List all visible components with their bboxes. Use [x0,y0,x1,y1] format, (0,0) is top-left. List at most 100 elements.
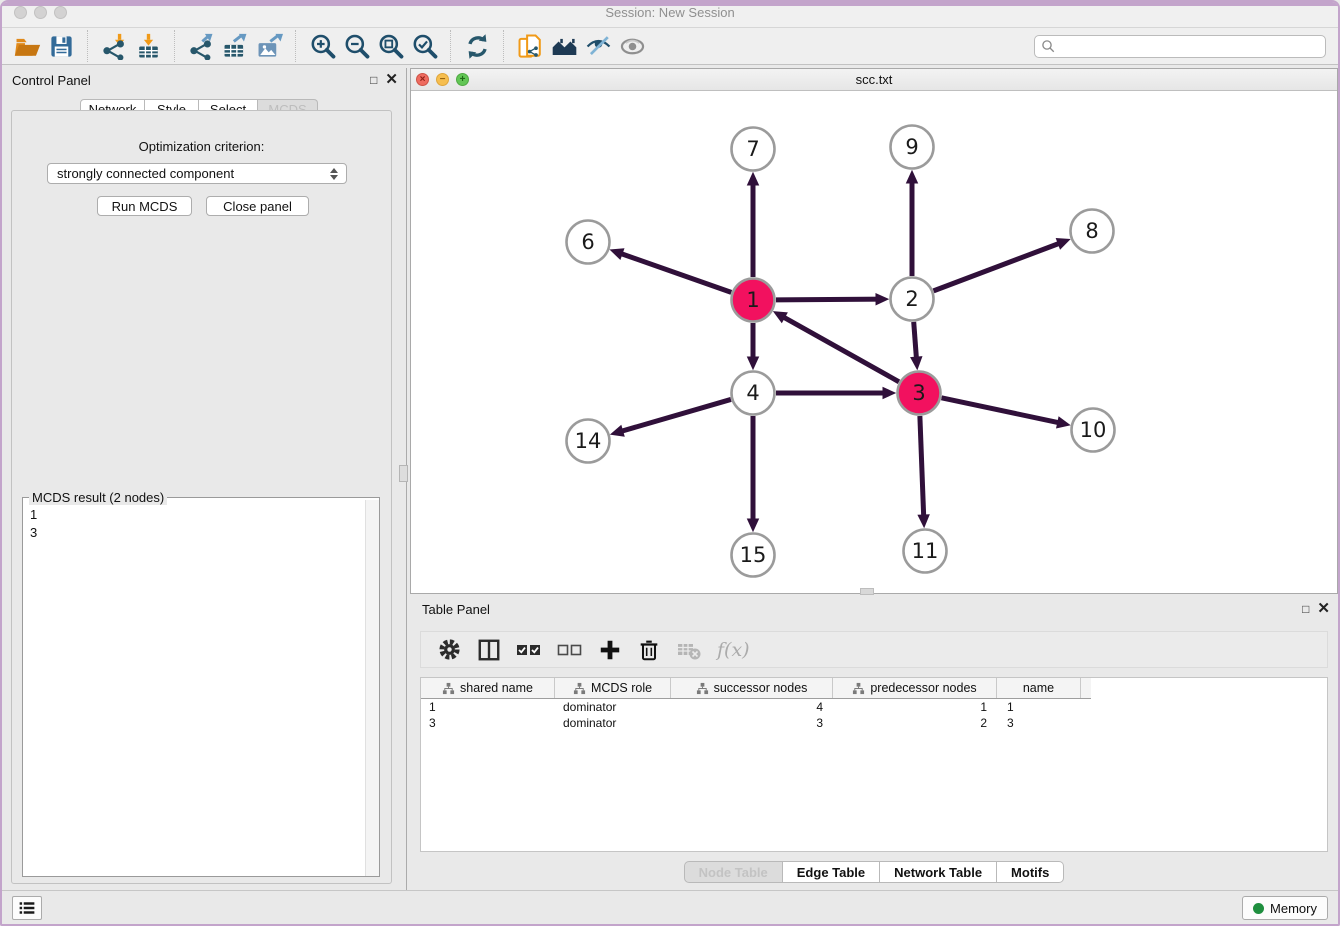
refresh-icon [464,33,491,60]
memory-label: Memory [1270,901,1317,916]
tree-icon [852,682,865,695]
deselect-all-button[interactable] [557,635,583,665]
svg-text:1: 1 [746,288,759,312]
toolbar-separator [295,30,296,62]
table-cell[interactable]: 3 [997,715,1081,731]
table-cell[interactable]: 4 [671,699,833,715]
create-column-button[interactable] [598,635,622,665]
column-header-predecessor-nodes[interactable]: predecessor nodes [833,678,997,698]
zoom-in-icon [309,33,336,60]
column-header-shared-name[interactable]: shared name [421,678,555,698]
export-network-button[interactable] [184,30,218,62]
import-network-button[interactable] [97,30,131,62]
status-bar: Memory [2,890,1338,924]
delete-table-button[interactable] [676,635,702,665]
column-header-mcds-role[interactable]: MCDS role [555,678,671,698]
tree-icon [442,682,455,695]
table-cell[interactable]: 3 [421,715,555,731]
save-icon [48,33,75,60]
save-session-button[interactable] [44,30,78,62]
node-7[interactable]: 7 [732,128,775,171]
node-1[interactable]: 1 [732,279,775,322]
show-columns-button[interactable] [477,635,501,665]
table-row[interactable]: 1dominator411 [421,699,1327,715]
run-mcds-button[interactable]: Run MCDS [97,196,192,216]
node-table: shared name MCDS role successor nodes pr… [420,677,1328,852]
tab-network-table[interactable]: Network Table [880,861,997,883]
node-9[interactable]: 9 [891,126,934,169]
zoom-in-button[interactable] [305,30,339,62]
edge-3-10[interactable] [941,398,1064,424]
zoom-out-button[interactable] [339,30,373,62]
export-image-button[interactable] [252,30,286,62]
node-14[interactable]: 14 [567,420,610,463]
node-6[interactable]: 6 [567,221,610,264]
apply-layout-button[interactable] [460,30,494,62]
criterion-value: strongly connected component [57,166,234,181]
table-cell[interactable]: 1 [421,699,555,715]
hide-graphics-details-button[interactable] [581,30,615,62]
cyndex-button[interactable] [513,30,547,62]
tab-edge-table[interactable]: Edge Table [783,861,880,883]
node-15[interactable]: 15 [732,534,775,577]
search-input[interactable] [1056,36,1325,57]
column-label: shared name [460,681,533,695]
tab-motifs[interactable]: Motifs [997,861,1064,883]
node-10[interactable]: 10 [1072,409,1115,452]
zoom-selected-button[interactable] [407,30,441,62]
column-header-successor-nodes[interactable]: successor nodes [671,678,833,698]
export-image-icon [256,33,283,60]
close-panel-button[interactable]: Close panel [206,196,309,216]
export-table-button[interactable] [218,30,252,62]
delete-columns-button[interactable] [637,635,661,665]
network-canvas[interactable]: 7 9 6 8 1 2 4 3 14 10 15 11 [411,91,1337,593]
mcds-panel: Optimization criterion: strongly connect… [11,110,392,884]
mcds-result-line: 1 [30,506,364,524]
table-cell[interactable]: dominator [555,699,671,715]
result-scrollbar[interactable] [365,500,379,876]
node-3[interactable]: 3 [898,372,941,415]
edge-2-3[interactable] [914,322,917,364]
table-cell[interactable]: 3 [671,715,833,731]
tab-node-table[interactable]: Node Table [684,861,783,883]
edge-3-11[interactable] [920,416,924,522]
table-row[interactable]: 3dominator323 [421,715,1327,731]
import-table-button[interactable] [131,30,165,62]
table-cell[interactable]: dominator [555,715,671,731]
close-panel-icon[interactable]: ✕ [385,72,398,87]
table-cell[interactable]: 2 [833,715,997,731]
column-header-name[interactable]: name [997,678,1081,698]
show-graphics-details-button[interactable] [615,30,649,62]
horizontal-splitter-grip[interactable] [860,588,874,595]
zoom-fit-icon [377,33,404,60]
ndex-button[interactable] [547,30,581,62]
node-2[interactable]: 2 [891,278,934,321]
import-table-icon [135,33,162,60]
table-options-button[interactable] [437,635,462,665]
svg-text:8: 8 [1085,219,1098,243]
open-session-button[interactable] [10,30,44,62]
float-panel-icon[interactable]: □ [370,74,377,86]
edge-1-6[interactable] [615,252,731,293]
edge-3-1[interactable] [778,314,899,382]
node-8[interactable]: 8 [1071,210,1114,253]
mcds-result-text[interactable]: 1 3 [23,500,364,876]
select-all-button[interactable] [516,635,542,665]
memory-button[interactable]: Memory [1242,896,1328,920]
node-11[interactable]: 11 [904,530,947,573]
svg-text:6: 6 [581,230,594,254]
vertical-splitter-grip[interactable] [399,465,408,482]
close-panel-icon[interactable]: ✕ [1317,601,1330,616]
zoom-fit-button[interactable] [373,30,407,62]
edge-2-8[interactable] [934,241,1065,291]
task-history-button[interactable] [12,896,42,920]
edge-4-14[interactable] [616,399,731,432]
table-cell[interactable]: 1 [833,699,997,715]
node-4[interactable]: 4 [732,372,775,415]
edge-1-2[interactable] [776,299,883,300]
criterion-select[interactable]: strongly connected component [47,163,347,184]
function-builder-button[interactable]: f(x) [717,635,750,665]
float-panel-icon[interactable]: □ [1302,603,1309,615]
svg-text:14: 14 [575,429,602,453]
table-cell[interactable]: 1 [997,699,1081,715]
